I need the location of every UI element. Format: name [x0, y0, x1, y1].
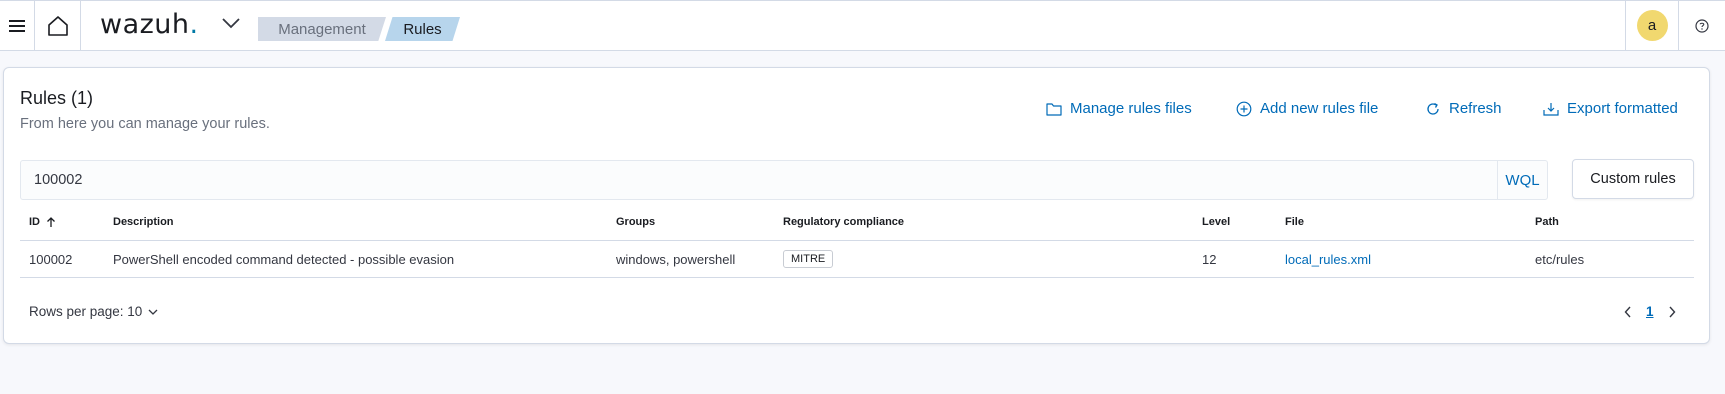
rows-per-page-selector[interactable]: Rows per page: 10 — [29, 304, 158, 319]
wazuh-logo[interactable]: wazuh. — [100, 9, 199, 43]
add-new-rules-file-button[interactable]: Add new rules file — [1236, 100, 1378, 117]
column-header-path[interactable]: Path — [1535, 204, 1559, 240]
hamburger-icon — [9, 19, 25, 32]
column-header-id[interactable]: ID — [29, 204, 57, 240]
column-header-file[interactable]: File — [1285, 204, 1304, 240]
logo-dot: . — [189, 9, 199, 40]
logo-text: wazuh — [100, 9, 190, 40]
column-header-description[interactable]: Description — [113, 204, 174, 240]
column-header-regulatory-compliance: Regulatory compliance — [783, 216, 905, 228]
folder-icon — [1046, 102, 1062, 116]
help-icon — [1695, 18, 1709, 33]
column-header-level[interactable]: Level — [1202, 204, 1230, 240]
search-input[interactable] — [21, 161, 1496, 199]
pagination: 1 — [1624, 304, 1676, 319]
help-button[interactable] — [1678, 1, 1725, 50]
chevron-right-icon[interactable] — [1668, 306, 1676, 318]
chevron-down-icon — [148, 309, 158, 315]
cell-file: local_rules.xml — [1285, 241, 1371, 277]
rows-per-page-label: Rows per page: 10 — [29, 304, 143, 319]
export-formatted-button[interactable]: Export formatted — [1543, 100, 1678, 117]
refresh-icon — [1427, 102, 1439, 115]
manage-rules-files-button[interactable]: Manage rules files — [1046, 100, 1192, 117]
top-header: wazuh. Management Rules a — [0, 0, 1725, 51]
custom-rules-button[interactable]: Custom rules — [1572, 159, 1694, 199]
avatar: a — [1636, 10, 1668, 41]
chevron-down-icon — [222, 18, 240, 29]
breadcrumb-management[interactable]: Management — [258, 17, 386, 41]
app-menu-toggle[interactable] — [220, 16, 242, 36]
compliance-badge[interactable]: MITRE — [783, 250, 834, 268]
column-header-id-label: ID — [29, 216, 40, 228]
refresh-button[interactable]: Refresh — [1425, 100, 1502, 117]
cell-id: 100002 — [29, 251, 73, 267]
rules-table: ID Description Groups Regulatory complia… — [20, 204, 1694, 278]
file-link[interactable]: local_rules.xml — [1285, 252, 1371, 267]
cell-groups: windows, powershell — [616, 251, 736, 267]
export-icon — [1543, 102, 1559, 116]
search-bar: WQL — [20, 160, 1548, 200]
home-button[interactable] — [35, 1, 81, 50]
manage-rules-files-label: Manage rules files — [1070, 100, 1192, 117]
table-row[interactable]: 100002 PowerShell encoded command detect… — [20, 241, 1694, 278]
rules-panel: Rules (1) From here you can manage your … — [3, 67, 1710, 344]
breadcrumb-rules: Rules — [385, 17, 460, 41]
plus-circle-icon — [1236, 101, 1252, 116]
user-menu[interactable]: a — [1625, 1, 1678, 50]
cell-path: etc/rules — [1535, 251, 1585, 267]
cell-level: 12 — [1202, 251, 1217, 267]
export-formatted-label: Export formatted — [1567, 100, 1678, 117]
chevron-left-icon[interactable] — [1624, 306, 1632, 318]
sort-ascending-icon — [47, 217, 55, 227]
page-title: Rules (1) — [20, 88, 94, 108]
table-header: ID Description Groups Regulatory complia… — [20, 204, 1694, 241]
column-header-groups[interactable]: Groups — [616, 204, 655, 240]
refresh-label: Refresh — [1449, 100, 1502, 117]
page-number[interactable]: 1 — [1646, 304, 1654, 319]
menu-button[interactable] — [0, 1, 35, 50]
page-subtitle: From here you can manage your rules. — [20, 116, 270, 132]
home-icon — [47, 15, 68, 36]
add-new-rules-file-label: Add new rules file — [1260, 100, 1379, 117]
cell-regulatory-compliance: MITRE — [783, 241, 834, 277]
wql-toggle[interactable]: WQL — [1497, 161, 1547, 199]
cell-description: PowerShell encoded command detected - po… — [113, 251, 455, 267]
